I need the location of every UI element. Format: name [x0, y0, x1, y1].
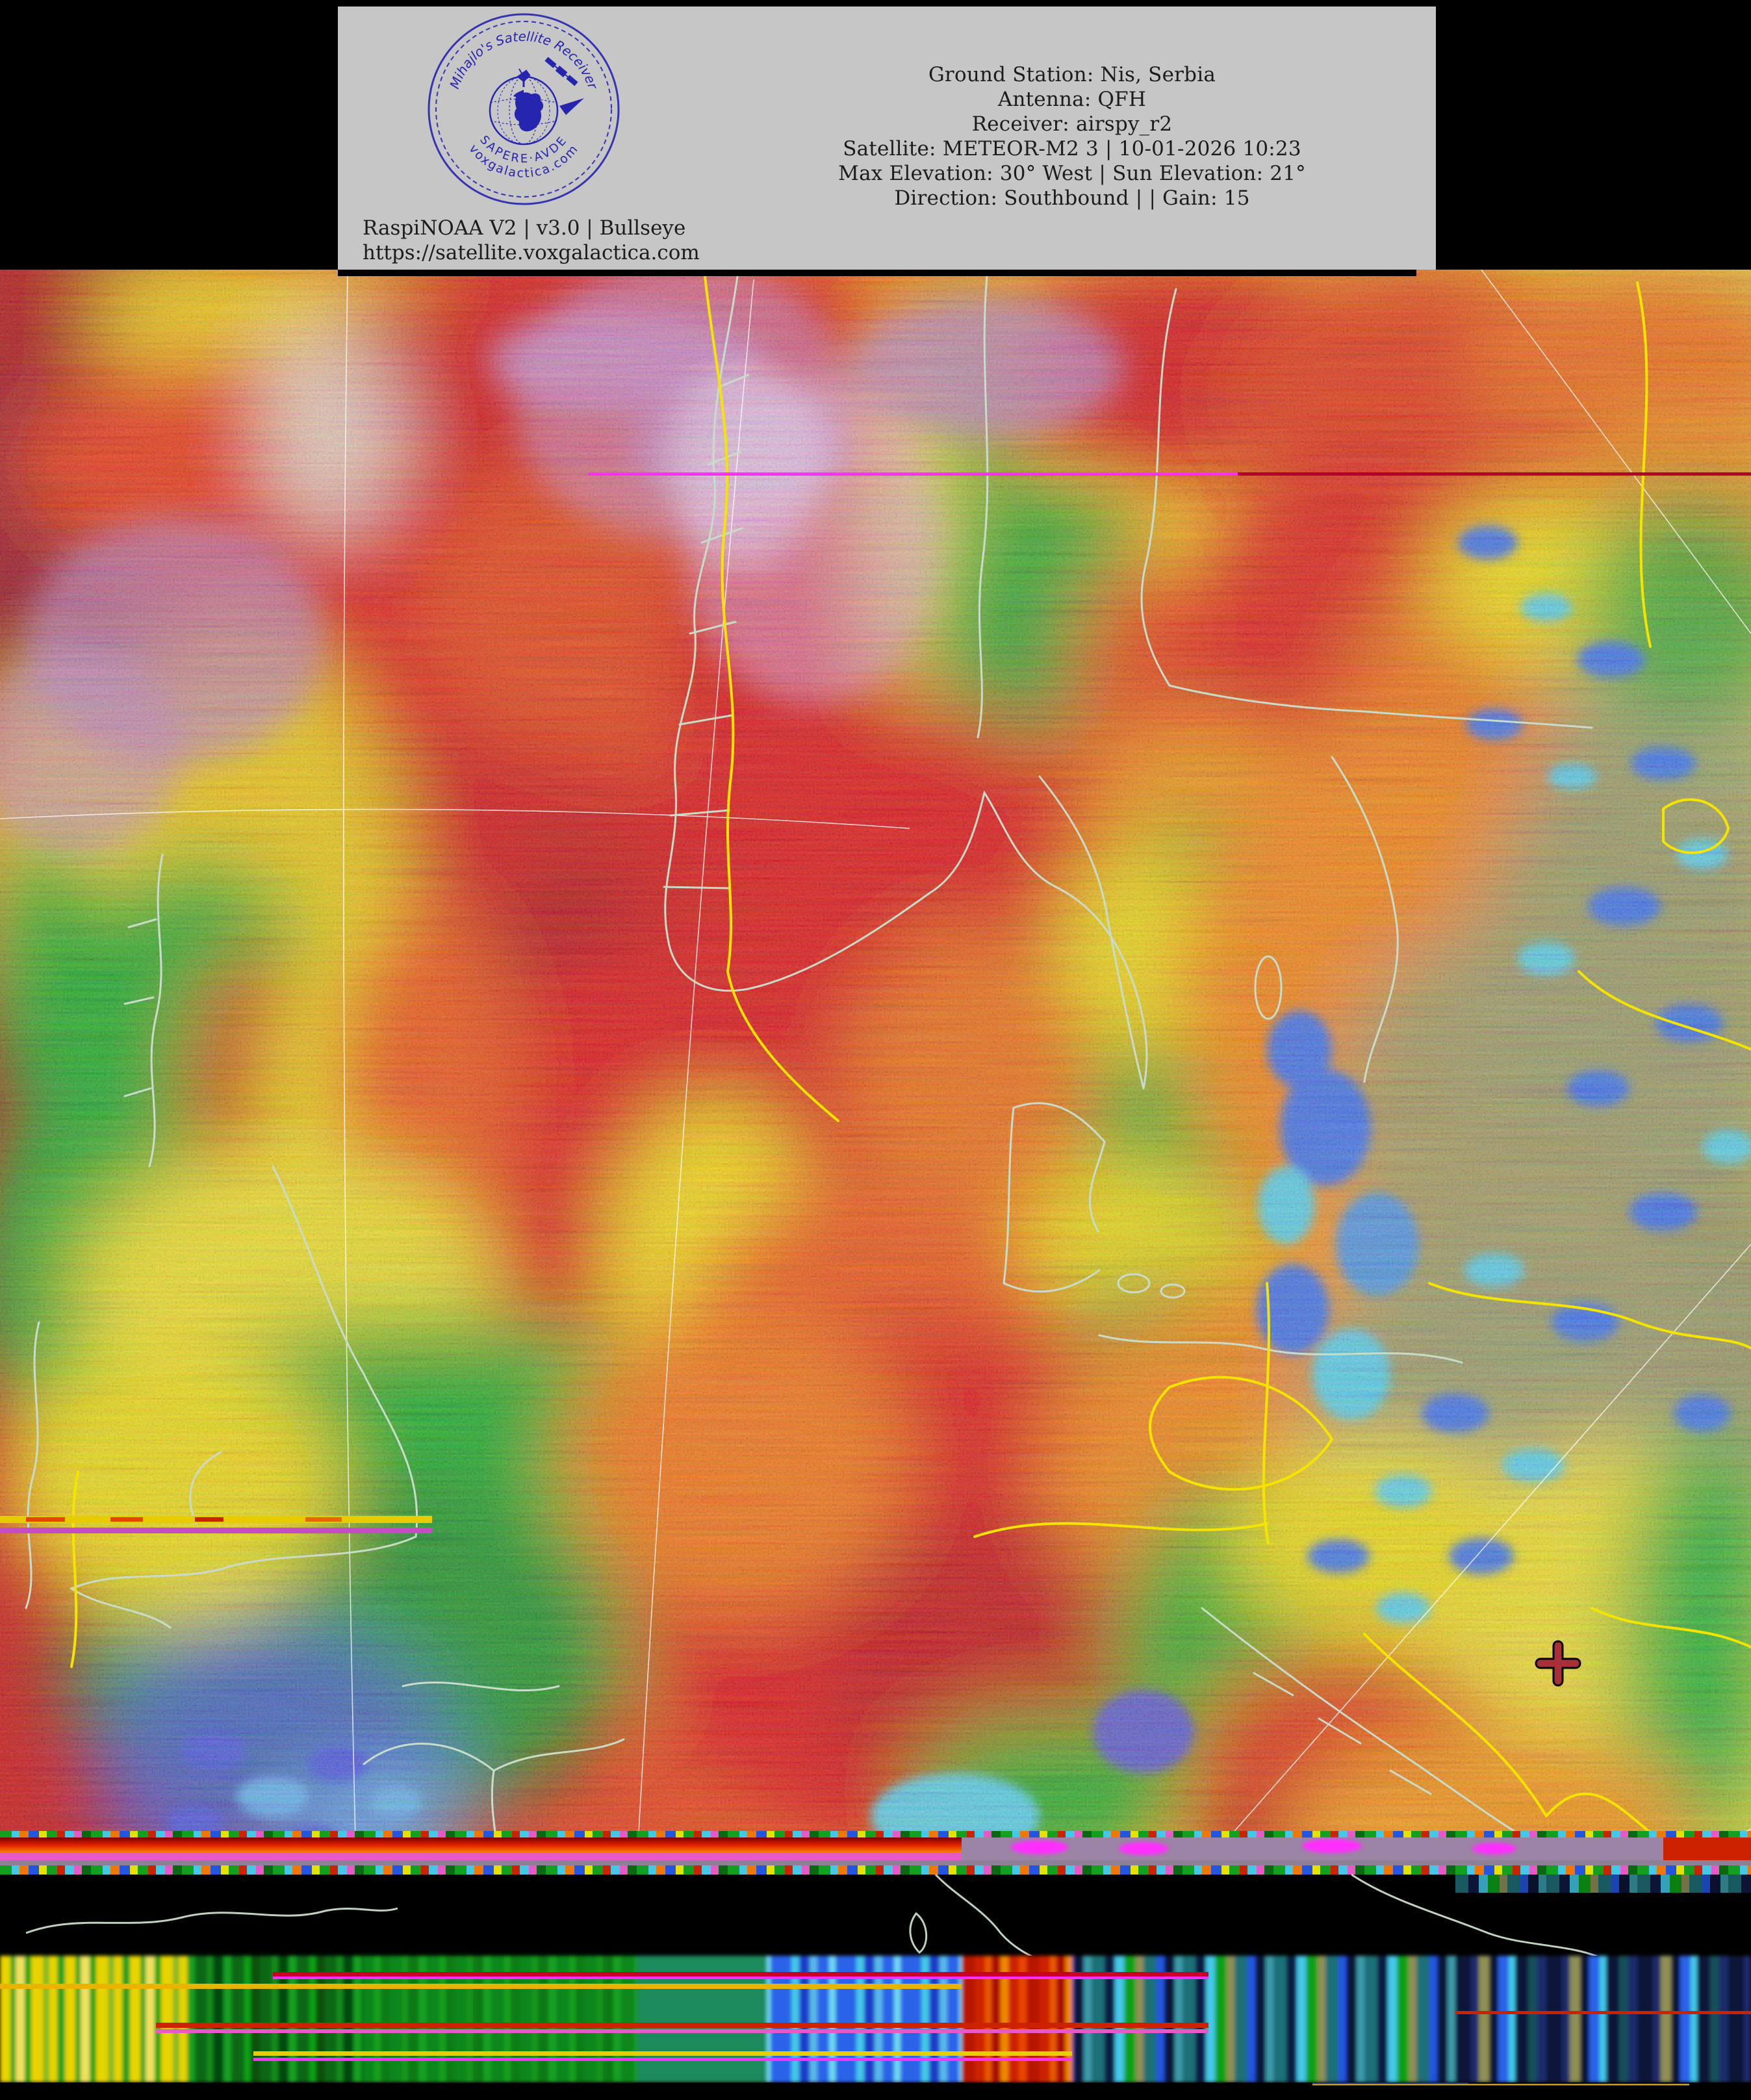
info-direction-gain: Direction: Southbound | | Gain: 15 [708, 186, 1436, 211]
info-elevation: Max Elevation: 30° West | Sun Elevation:… [708, 161, 1436, 186]
info-receiver: Receiver: airspy_r2 [708, 112, 1436, 136]
telemetry-glitch-band [0, 1831, 1751, 1875]
globe-icon [490, 77, 584, 144]
info-ground-station: Ground Station: Nis, Serbia [708, 62, 1436, 87]
header-banner: Mihajlo's Satellite Receiver voxgalactic… [338, 6, 1436, 270]
station-logo-stamp: Mihajlo's Satellite Receiver voxgalactic… [426, 12, 621, 207]
info-antenna: Antenna: QFH [708, 87, 1436, 112]
software-version-block: RaspiNOAA V2 | v3.0 | Bullseye https://s… [363, 216, 700, 265]
bottom-black-strip [0, 2082, 1751, 2100]
top-black-strip [338, 270, 1416, 276]
satellite-false-color-map [0, 270, 1751, 2100]
bottom-glitch-field [0, 1956, 1751, 2082]
band-residual-right [1455, 1875, 1751, 1893]
software-version: RaspiNOAA V2 | v3.0 | Bullseye [363, 216, 700, 240]
scanline-noise-overlay [0, 270, 1751, 2100]
raspinoaa-capture-page: Mihajlo's Satellite Receiver voxgalactic… [0, 0, 1751, 2100]
info-satellite-datetime: Satellite: METEOR-M2 3 | 10-01-2026 10:2… [708, 136, 1436, 161]
pass-info-block: Ground Station: Nis, Serbia Antenna: QFH… [708, 62, 1436, 211]
station-url: https://satellite.voxgalactica.com [363, 240, 700, 265]
scanline-glitch-magenta [588, 472, 1751, 476]
